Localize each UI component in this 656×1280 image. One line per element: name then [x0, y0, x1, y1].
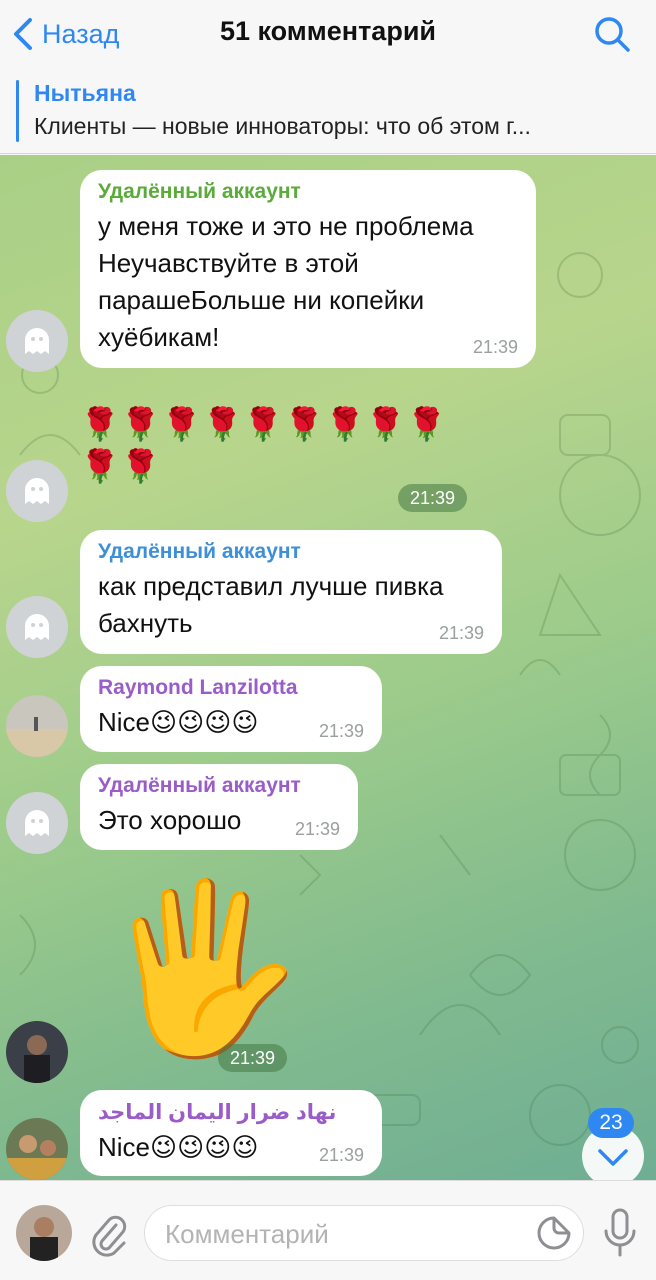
pinned-channel-name: Нытьяна: [34, 80, 136, 106]
search-icon[interactable]: [592, 14, 632, 54]
message-text-line: у меня тоже и это не проблема: [98, 211, 474, 241]
message-sender[interactable]: Удалённый аккаунт: [98, 774, 340, 798]
message-bubble[interactable]: Удалённый аккаунт как представил лучше п…: [80, 530, 502, 654]
avatar[interactable]: [6, 695, 68, 757]
message-sender[interactable]: Удалённый аккаунт: [98, 540, 484, 564]
ghost-icon: [25, 478, 49, 504]
paperclip-icon[interactable]: [88, 1211, 128, 1257]
message-text-line: хуёбикам!: [98, 322, 220, 352]
emoji-message[interactable]: 🌹🌹🌹🌹🌹🌹🌹🌹🌹🌹🌹: [80, 403, 480, 487]
message-bubble[interactable]: Удалённый аккаунт Это хорошо 21:39: [80, 764, 358, 850]
comment-input[interactable]: [165, 1214, 535, 1254]
microphone-icon[interactable]: [600, 1207, 640, 1259]
message-time: 21:39: [318, 721, 364, 741]
avatar-photo: [16, 1205, 72, 1261]
ghost-icon: [25, 614, 49, 640]
comment-input-field[interactable]: [144, 1205, 584, 1261]
ghost-icon: [25, 328, 49, 354]
message-sender[interactable]: Удалённый аккаунт: [98, 180, 518, 204]
message-time: 21:39: [318, 1145, 364, 1165]
message-text-line: бахнуть: [98, 608, 193, 638]
message-bubble[interactable]: Удалённый аккаунт у меня тоже и это не п…: [80, 170, 536, 368]
message-sender[interactable]: نهاد ضرار اليمان الماجد: [98, 1100, 364, 1125]
sticker-icon[interactable]: [536, 1215, 572, 1251]
avatar[interactable]: [6, 596, 68, 658]
avatar[interactable]: [6, 792, 68, 854]
message-time: 21:39: [398, 484, 468, 512]
message-text-line: Неучавствуйте в этой: [98, 248, 359, 278]
avatar[interactable]: [6, 1118, 68, 1180]
avatar[interactable]: [6, 460, 68, 522]
ghost-icon: [25, 810, 49, 836]
message-time: 21:39: [218, 1044, 288, 1072]
message-time: 21:39: [472, 337, 518, 357]
pinned-post[interactable]: Нытьяна Клиенты — новые инноваторы: что …: [0, 70, 656, 154]
avatar-photo: [6, 1021, 68, 1083]
message-time: 21:39: [294, 819, 340, 839]
chat-area[interactable]: Удалённый аккаунт у меня тоже и это не п…: [0, 155, 656, 1180]
message-bubble[interactable]: Raymond Lanzilotta Nice😉😉😉😉 21:39: [80, 666, 382, 752]
pinned-accent-bar: [16, 80, 19, 142]
avatar-photo: [6, 695, 68, 757]
chat-header: Назад 51 комментарий: [0, 0, 656, 70]
composer-bar: [0, 1180, 656, 1280]
hand-sticker[interactable]: 🖐️: [100, 873, 305, 1063]
avatar[interactable]: [6, 1021, 68, 1083]
send-as-avatar[interactable]: [16, 1205, 72, 1261]
message-text-line: парашеБольше ни копейки: [98, 285, 425, 315]
back-button[interactable]: Назад: [10, 14, 119, 54]
avatar[interactable]: [6, 310, 68, 372]
message-time: 21:39: [438, 623, 484, 643]
unread-count-badge: 23: [588, 1108, 634, 1138]
message-text-line: как представил лучше пивка: [98, 571, 444, 601]
back-label: Назад: [42, 18, 120, 49]
message-bubble[interactable]: نهاد ضرار اليمان الماجد Nice😉😉😉😉 21:39: [80, 1090, 382, 1176]
pinned-post-text: Клиенты — новые инноваторы: что об этом …: [34, 113, 531, 139]
chevron-left-icon: [14, 18, 32, 50]
avatar-photo: [6, 1118, 68, 1180]
message-sender[interactable]: Raymond Lanzilotta: [98, 676, 364, 700]
